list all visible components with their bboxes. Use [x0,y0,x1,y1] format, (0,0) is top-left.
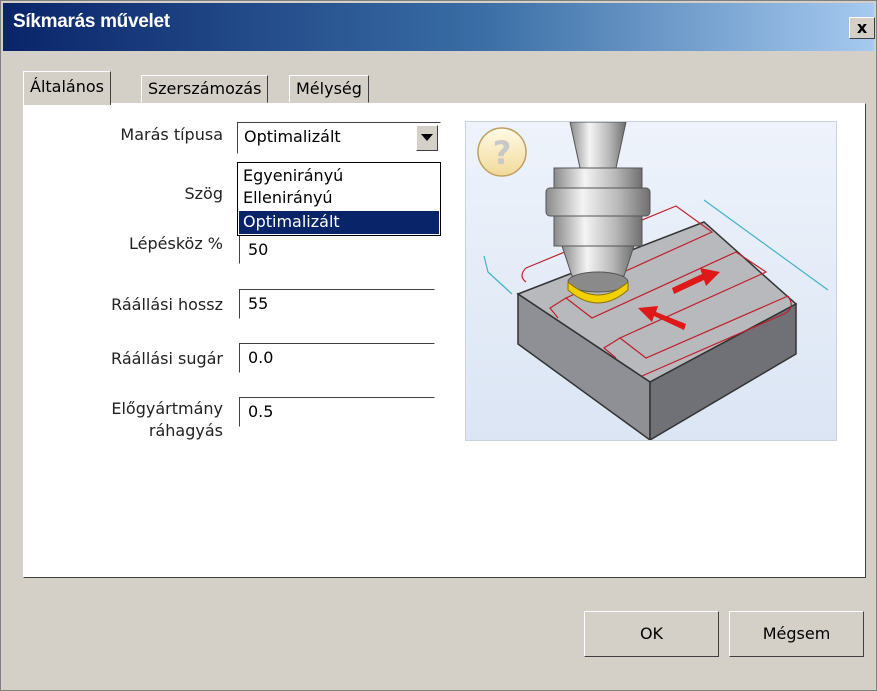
milling-illustration: ? [465,121,837,442]
dropdown-button[interactable] [416,125,438,151]
tab-szerszamozas[interactable]: Szerszámozás [141,75,269,103]
lead-in-length-label: Ráállási hossz [111,295,223,314]
title-bar[interactable]: Síkmarás művelet x [3,3,875,51]
stock-allowance-label-line1: Előgyártmány [111,399,223,418]
lead-in-radius-label: Ráállási sugár [111,349,223,368]
ok-button[interactable]: OK [584,611,719,657]
stepover-input[interactable]: 50 [239,236,435,264]
lead-in-radius-input[interactable]: 0.0 [239,343,435,373]
face-milling-diagram: ? [477,121,829,442]
close-button[interactable]: x [849,17,875,39]
stock-allowance-label-line2: ráhagyás [148,421,223,440]
dialog-window: Síkmarás művelet x Általános Szerszámozá… [0,0,877,691]
lead-in-length-input[interactable]: 55 [239,289,435,319]
milling-type-select[interactable]: Optimalizált [237,122,441,154]
milling-type-label: Marás típusa [120,125,223,144]
triangle-down-icon [421,134,433,141]
option-optimalizalt[interactable]: Optimalizált [239,211,439,234]
question-mark-icon[interactable]: ? [493,134,512,172]
option-elleniranyu[interactable]: Ellenirányú [239,187,439,210]
window-title: Síkmarás művelet [13,11,170,32]
tab-altalanos[interactable]: Általános [23,71,111,105]
tab-melyseg[interactable]: Mélység [289,75,369,103]
stock-allowance-input[interactable]: 0.5 [239,397,435,427]
angle-label: Szög [184,184,224,203]
close-icon: x [856,18,868,37]
milling-type-dropdown: Egyenirányú Ellenirányú Optimalizált [237,162,441,236]
option-egyeniranyu[interactable]: Egyenirányú [239,165,439,188]
milling-type-value: Optimalizált [244,127,341,146]
cancel-button[interactable]: Mégsem [729,611,864,657]
stepover-label: Lépésköz % [129,234,223,253]
